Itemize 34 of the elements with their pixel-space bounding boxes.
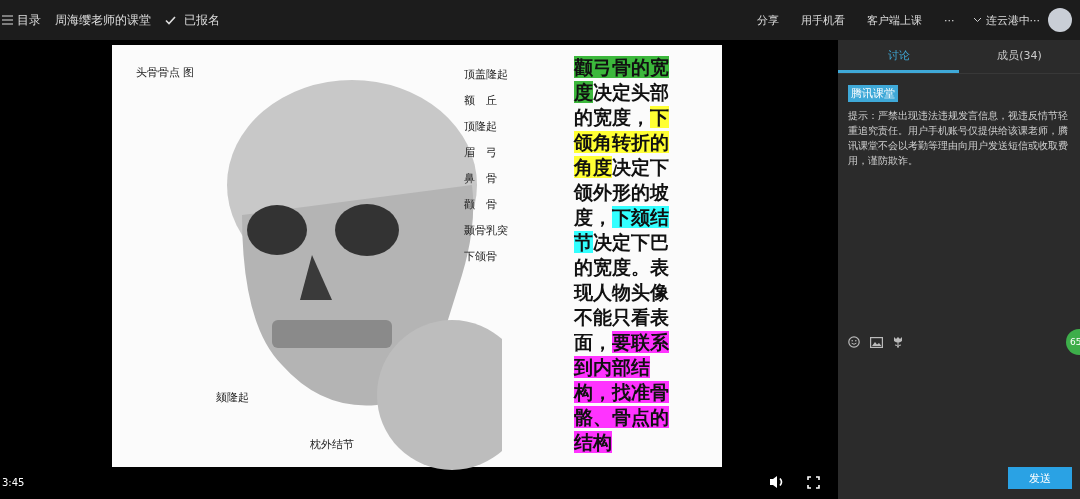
notice-text: 提示：严禁出现违法违规发言信息，视违反情节轻重追究责任。用户手机账号仅提供给该课老师，腾讯课堂不会以考勤等理由向用户发送短信或收取费用，谨防欺诈。 bbox=[848, 109, 1069, 168]
menu-icon bbox=[2, 15, 13, 25]
fullscreen-icon[interactable] bbox=[807, 475, 820, 489]
user-avatar[interactable] bbox=[1048, 8, 1072, 32]
anatomy-label: 颧 骨 bbox=[464, 197, 498, 212]
anatomy-label: 额 丘 bbox=[464, 93, 498, 108]
volume-icon[interactable] bbox=[769, 475, 785, 489]
user-menu[interactable]: 连云港中··· bbox=[972, 12, 1040, 28]
course-title: 周海缨老师的课堂 bbox=[55, 11, 151, 29]
toolbar-link[interactable]: ··· bbox=[944, 13, 955, 27]
anatomy-label: 下颌骨 bbox=[464, 249, 498, 264]
toolbar-link[interactable]: 用手机看 bbox=[801, 12, 845, 28]
toolbar-link[interactable]: 分享 bbox=[757, 12, 779, 28]
anatomy-label: 眉 弓 bbox=[464, 145, 498, 160]
menu-link[interactable]: 目录 bbox=[2, 11, 41, 29]
system-tag: 腾讯课堂 bbox=[848, 85, 898, 102]
playback-time: 3:45 bbox=[2, 476, 25, 488]
anatomy-label: 颏隆起 bbox=[216, 390, 249, 405]
chat-tab[interactable]: 成员(34) bbox=[959, 40, 1080, 73]
anatomy-label: 顶盖隆起 bbox=[464, 67, 508, 82]
slide-text: 颧弓骨的宽度决定头部的宽度，下颌角转折的角度决定下颌外形的坡度，下颏结节决定下巴的宽度。表现人物头像不能只看表面，要联系到内部结构，找准骨骼、骨点的结构 bbox=[572, 55, 670, 455]
enrolled-status: 已报名 bbox=[184, 11, 220, 29]
figure-title: 头骨骨点 图 bbox=[136, 65, 195, 80]
anatomy-label: 颞骨乳突 bbox=[464, 223, 508, 238]
anatomy-label: 枕外结节 bbox=[310, 437, 354, 452]
chat-tab[interactable]: 讨论 bbox=[838, 40, 959, 73]
anatomy-label: 鼻 骨 bbox=[464, 171, 498, 186]
toolbar-link[interactable]: 客户端上课 bbox=[867, 12, 922, 28]
check-icon bbox=[165, 15, 176, 25]
image-icon[interactable] bbox=[870, 336, 883, 348]
emoji-icon[interactable] bbox=[848, 336, 860, 348]
anatomy-label: 顶隆起 bbox=[464, 119, 498, 134]
chevron-down-icon bbox=[972, 17, 982, 23]
flower-icon[interactable] bbox=[893, 336, 903, 348]
